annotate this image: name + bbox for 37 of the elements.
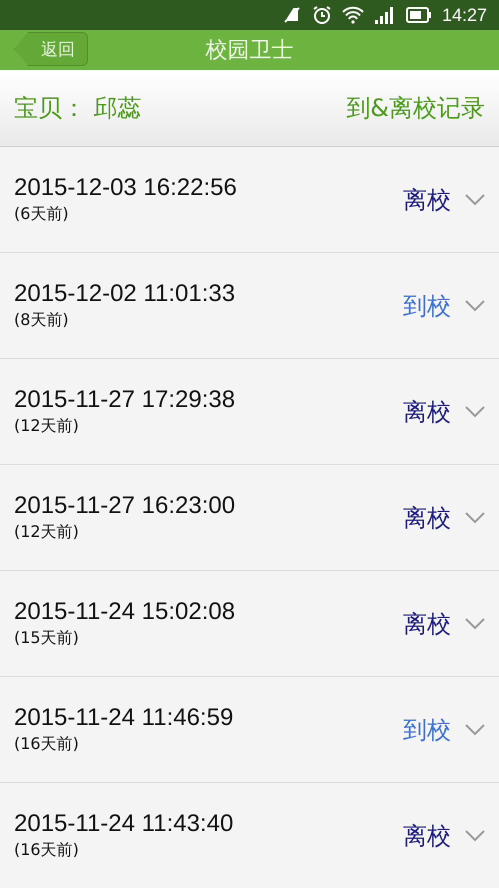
days-ago: (12天前)	[14, 416, 80, 437]
days-ago: (15天前)	[14, 628, 80, 649]
chevron-down-icon[interactable]	[465, 512, 485, 524]
record-time: 2015-11-27 16:23:00	[14, 492, 236, 520]
status-label: 离校	[403, 608, 451, 640]
alarm-icon	[312, 5, 332, 25]
record-time: 2015-11-24 11:46:59	[14, 704, 234, 732]
chevron-down-icon[interactable]	[465, 618, 485, 630]
battery-icon	[406, 7, 432, 23]
status-label: 离校	[403, 396, 451, 428]
page-title: 校园卫士	[206, 37, 294, 65]
status-label: 离校	[403, 502, 451, 534]
wifi-icon	[342, 6, 364, 24]
back-button[interactable]: 返回	[14, 32, 88, 66]
records-heading: 到&离校记录	[346, 93, 485, 124]
record-time: 2015-12-02 11:01:33	[14, 280, 236, 308]
days-ago: (8天前)	[14, 310, 70, 331]
chevron-down-icon[interactable]	[465, 300, 485, 312]
record-time: 2015-11-24 11:43:40	[14, 810, 234, 838]
record-time: 2015-12-03 16:22:56	[14, 174, 238, 202]
signal-icon	[374, 6, 396, 24]
chevron-down-icon[interactable]	[465, 724, 485, 736]
clock-time: 14:27	[442, 4, 487, 26]
record-time: 2015-11-27 17:29:38	[14, 386, 236, 414]
record-time: 2015-11-24 15:02:08	[14, 598, 236, 626]
chevron-down-icon[interactable]	[465, 194, 485, 206]
days-ago: (6天前)	[14, 204, 70, 225]
child-name: 宝贝： 邱蕊	[14, 93, 142, 124]
status-label: 离校	[403, 820, 451, 852]
days-ago: (16天前)	[14, 734, 80, 755]
days-ago: (16天前)	[14, 840, 80, 861]
chevron-down-icon[interactable]	[465, 830, 485, 842]
chevron-down-icon[interactable]	[465, 406, 485, 418]
status-label: 离校	[403, 184, 451, 216]
status-label: 到校	[403, 290, 451, 322]
days-ago: (12天前)	[14, 522, 80, 543]
status-label: 到校	[403, 714, 451, 746]
